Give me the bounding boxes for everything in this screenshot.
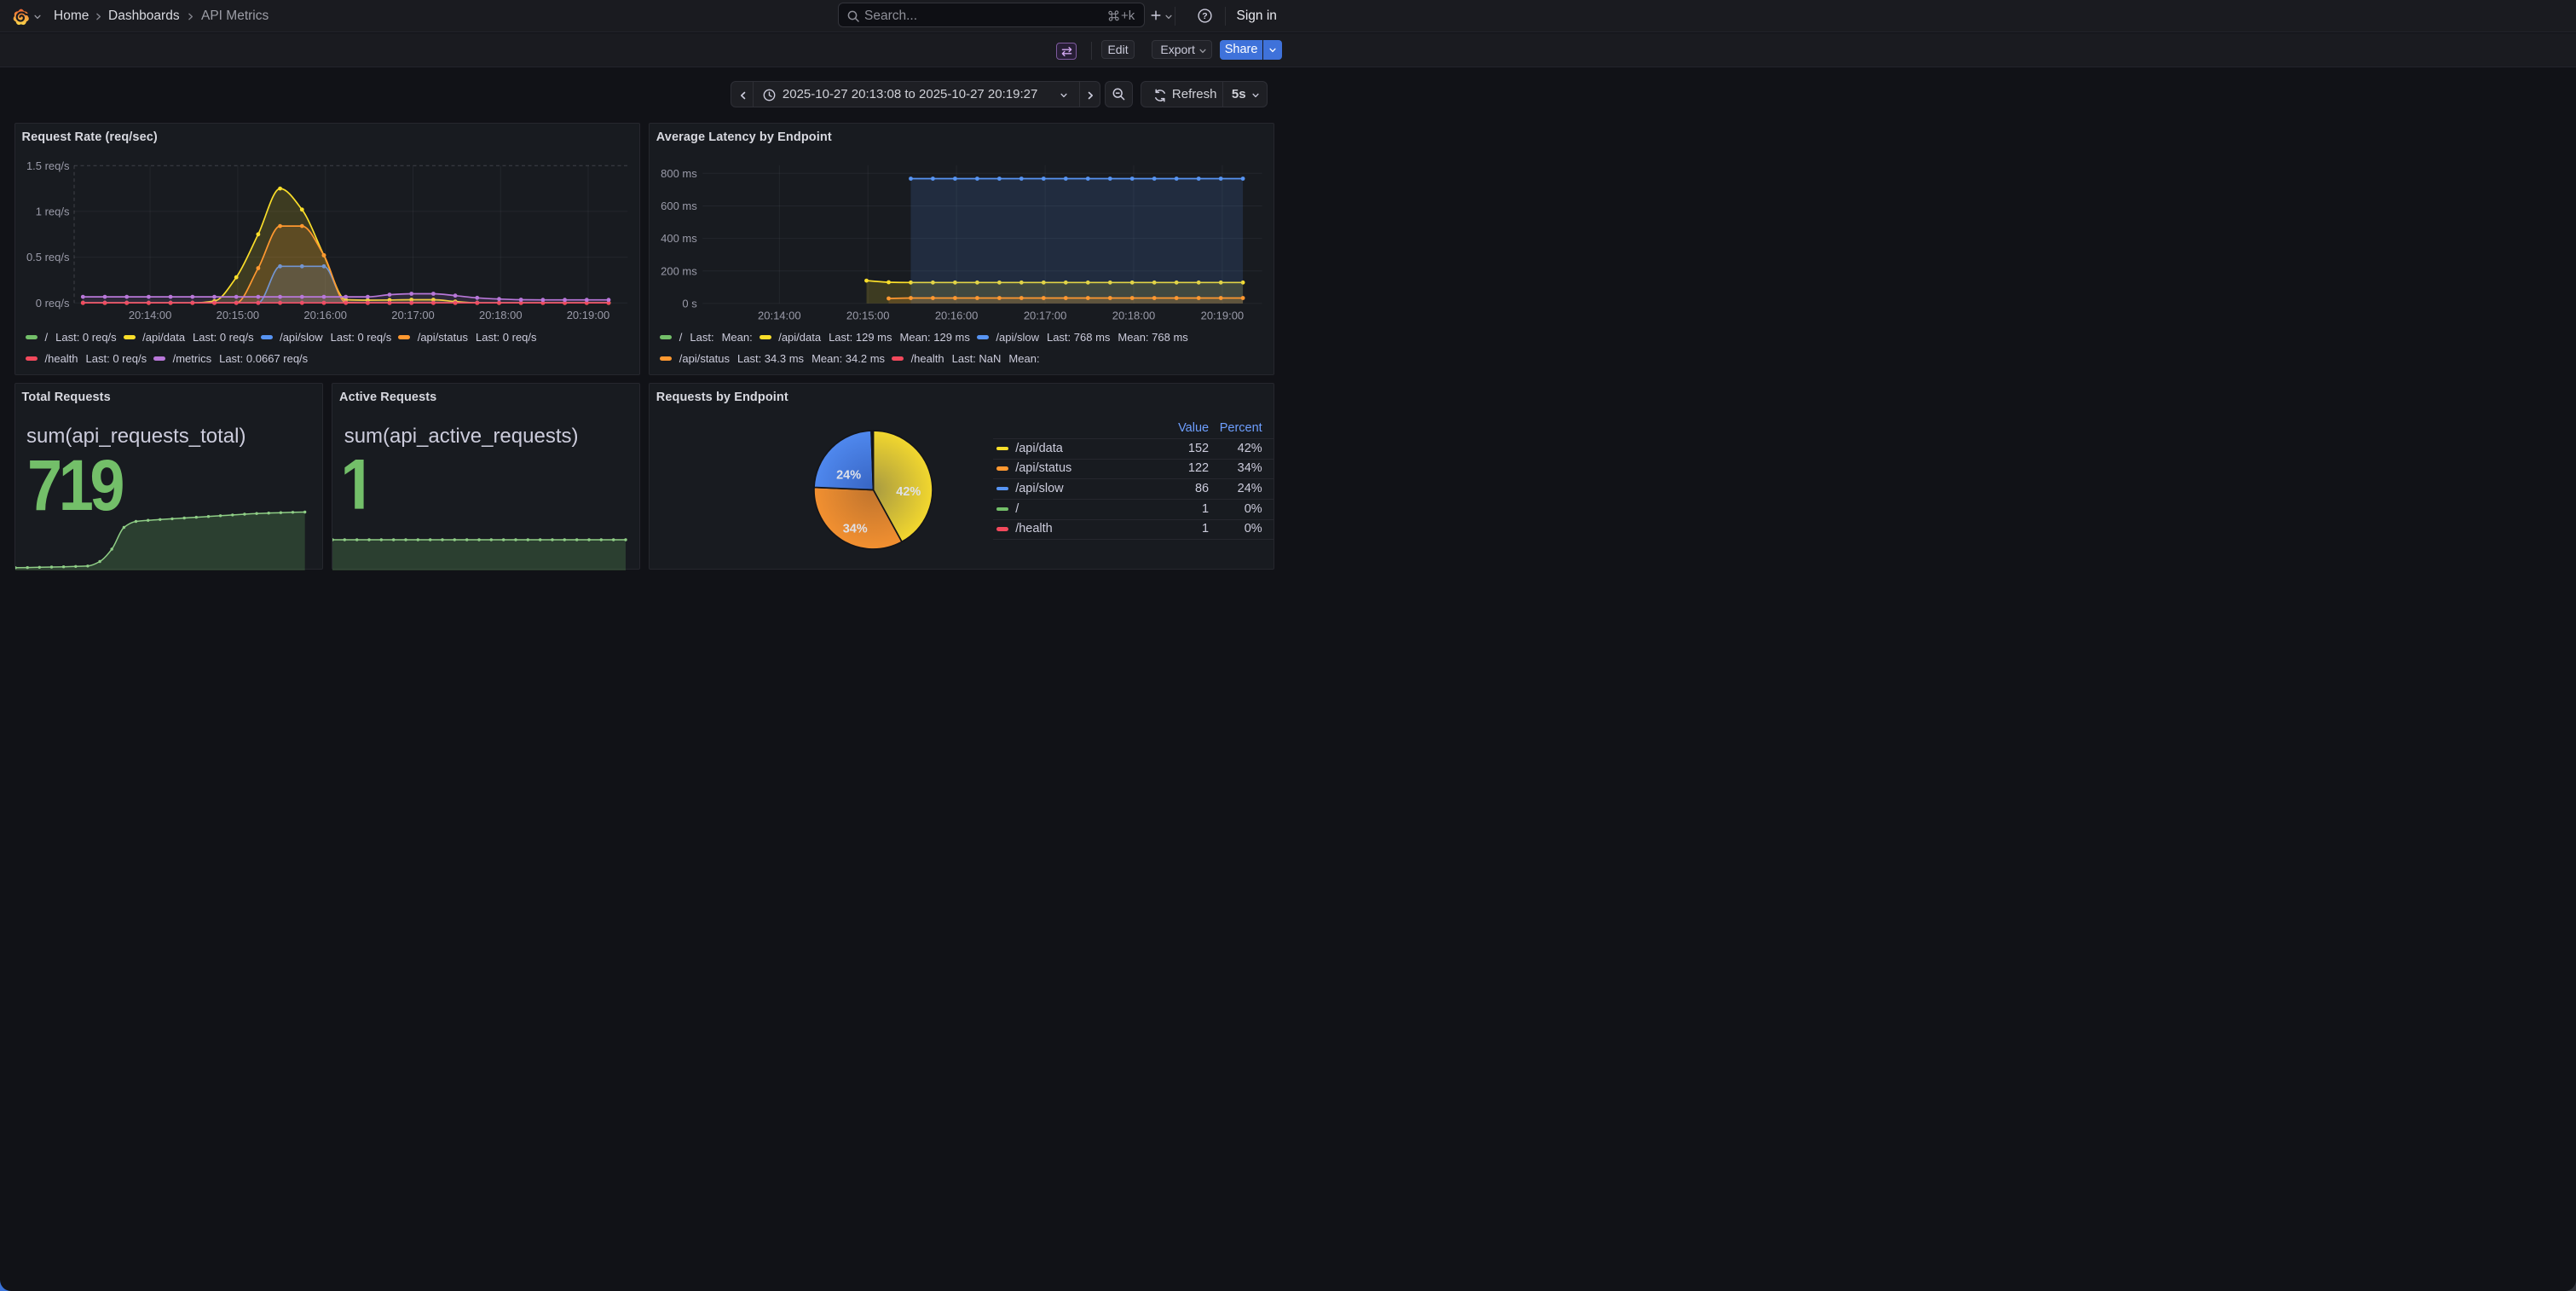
svg-text:42%: 42%	[896, 485, 921, 499]
svg-text:34%: 34%	[842, 523, 867, 536]
svg-text:20:15:00: 20:15:00	[846, 310, 890, 322]
svg-text:20:15:00: 20:15:00	[216, 309, 259, 321]
svg-text:0 req/s: 0 req/s	[35, 297, 69, 310]
svg-text:20:19:00: 20:19:00	[566, 309, 609, 321]
svg-text:200 ms: 200 ms	[661, 265, 697, 278]
svg-text:20:18:00: 20:18:00	[479, 309, 523, 321]
svg-text:800 ms: 800 ms	[661, 167, 697, 180]
svg-text:20:17:00: 20:17:00	[391, 309, 435, 321]
svg-text:20:18:00: 20:18:00	[1112, 310, 1155, 322]
svg-text:0.5 req/s: 0.5 req/s	[26, 251, 69, 263]
svg-text:20:17:00: 20:17:00	[1024, 310, 1067, 322]
svg-text:24%: 24%	[836, 468, 861, 482]
svg-text:20:16:00: 20:16:00	[935, 310, 979, 322]
svg-text:600 ms: 600 ms	[661, 200, 697, 212]
svg-text:20:16:00: 20:16:00	[303, 309, 347, 321]
svg-text:20:14:00: 20:14:00	[758, 310, 801, 322]
svg-text:1.5 req/s: 1.5 req/s	[26, 159, 69, 172]
svg-text:1 req/s: 1 req/s	[35, 206, 69, 218]
svg-text:0 s: 0 s	[682, 298, 697, 310]
svg-text:400 ms: 400 ms	[661, 232, 697, 245]
svg-text:20:19:00: 20:19:00	[1200, 310, 1244, 322]
svg-text:?: ?	[1202, 11, 1207, 21]
svg-text:20:14:00: 20:14:00	[128, 309, 171, 321]
